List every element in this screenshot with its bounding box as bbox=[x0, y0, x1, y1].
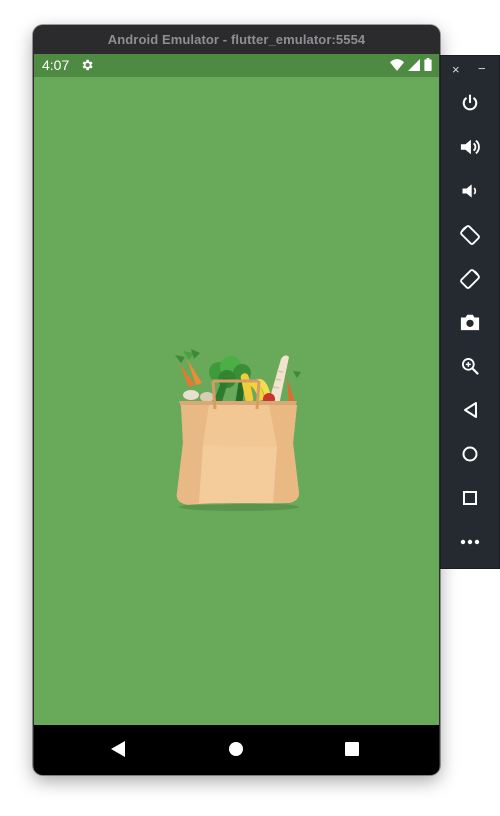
zoom-icon bbox=[462, 358, 479, 375]
nav-recents-button[interactable] bbox=[345, 742, 359, 756]
settings-gear-icon bbox=[82, 59, 93, 71]
wifi-icon bbox=[390, 58, 404, 71]
emulator-toolbar: × − bbox=[440, 55, 500, 569]
nav-back-button[interactable] bbox=[111, 741, 125, 757]
zoom-button[interactable] bbox=[455, 351, 485, 381]
camera-icon bbox=[460, 314, 480, 331]
rotate-left-icon bbox=[460, 225, 480, 245]
power-button[interactable] bbox=[455, 88, 485, 118]
battery-icon bbox=[424, 58, 432, 71]
toolbar-close-button[interactable]: × bbox=[452, 62, 460, 78]
volume-down-button[interactable] bbox=[455, 176, 485, 206]
more-button[interactable] bbox=[455, 527, 485, 557]
rotate-left-button[interactable] bbox=[455, 220, 485, 250]
status-icons bbox=[390, 58, 432, 71]
emulator-window: Android Emulator - flutter_emulator:5554… bbox=[33, 25, 440, 775]
rotate-right-icon bbox=[460, 269, 480, 289]
grocery-bag-image bbox=[169, 325, 309, 511]
screenshot-button[interactable] bbox=[455, 307, 485, 337]
toolbar-home-button[interactable] bbox=[455, 439, 485, 469]
status-time: 4:07 bbox=[42, 57, 70, 73]
toolbar-minimize-button[interactable]: − bbox=[478, 62, 486, 76]
more-icon bbox=[460, 539, 480, 545]
cell-signal-icon bbox=[408, 58, 420, 71]
rotate-right-button[interactable] bbox=[455, 264, 485, 294]
overview-icon bbox=[463, 491, 477, 505]
back-icon bbox=[464, 402, 477, 418]
toolbar-overview-button[interactable] bbox=[455, 483, 485, 513]
screen: Android Emulator - flutter_emulator:5554… bbox=[0, 0, 500, 816]
nav-home-button[interactable] bbox=[229, 742, 243, 756]
volume-up-icon bbox=[460, 139, 480, 155]
status-bar: 4:07 bbox=[34, 54, 439, 77]
volume-up-button[interactable] bbox=[455, 132, 485, 162]
home-icon bbox=[462, 446, 478, 462]
toolbar-back-button[interactable] bbox=[455, 395, 485, 425]
android-nav-bar bbox=[34, 725, 439, 775]
power-icon bbox=[462, 94, 478, 111]
toolbar-window-controls: × − bbox=[441, 62, 499, 78]
volume-down-icon bbox=[462, 184, 477, 198]
phone-screen[interactable]: 4:07 bbox=[34, 54, 439, 725]
vegetables bbox=[175, 349, 301, 407]
window-title: Android Emulator - flutter_emulator:5554 bbox=[33, 25, 440, 54]
